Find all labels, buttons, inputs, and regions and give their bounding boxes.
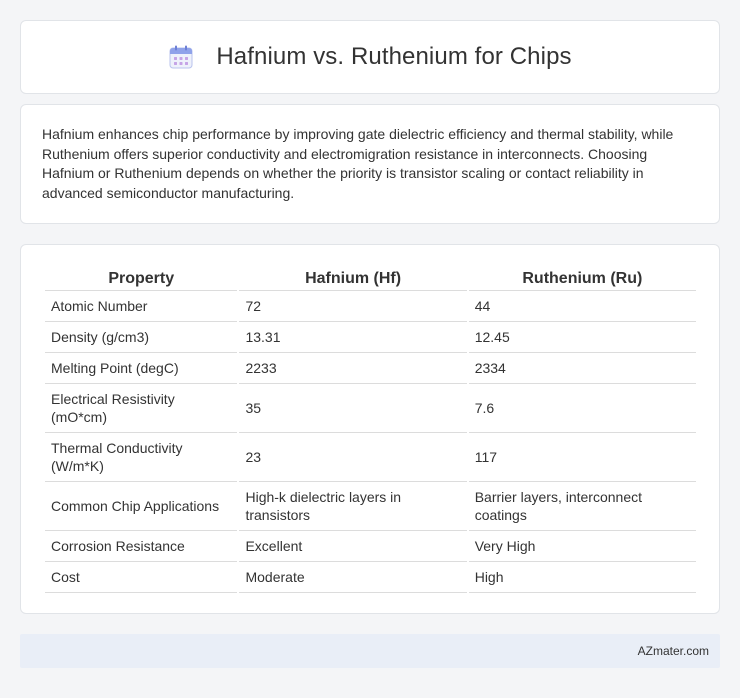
hafnium-cell: 13.31 <box>239 322 467 353</box>
header-hafnium: Hafnium (Hf) <box>239 261 467 291</box>
footer: AZmater.com <box>20 634 720 668</box>
hafnium-cell: 23 <box>239 433 467 482</box>
ruthenium-cell: Barrier layers, interconnect coatings <box>468 482 696 531</box>
table-row: Corrosion Resistance Excellent Very High <box>45 531 696 562</box>
table-row: Melting Point (degC) 2233 2334 <box>45 353 696 384</box>
property-cell: Corrosion Resistance <box>45 531 238 562</box>
hafnium-cell: 2233 <box>239 353 467 384</box>
hafnium-cell: 35 <box>239 384 467 433</box>
table-card: Property Hafnium (Hf) Ruthenium (Ru) Ato… <box>20 244 720 614</box>
property-cell: Cost <box>45 562 238 593</box>
table-row: Atomic Number 72 44 <box>45 291 696 322</box>
ruthenium-cell: 117 <box>468 433 696 482</box>
header-property: Property <box>45 261 238 291</box>
property-cell: Common Chip Applications <box>45 482 238 531</box>
calendar-icon <box>169 45 193 69</box>
title-card: Hafnium vs. Ruthenium for Chips <box>20 20 720 94</box>
ruthenium-cell: 7.6 <box>468 384 696 433</box>
intro-text: Hafnium enhances chip performance by imp… <box>42 126 674 201</box>
property-cell: Density (g/cm3) <box>45 322 238 353</box>
ruthenium-cell: 12.45 <box>468 322 696 353</box>
table-row: Density (g/cm3) 13.31 12.45 <box>45 322 696 353</box>
property-cell: Thermal Conductivity (W/m*K) <box>45 433 238 482</box>
property-cell: Melting Point (degC) <box>45 353 238 384</box>
intro-card: Hafnium enhances chip performance by imp… <box>20 104 720 224</box>
ruthenium-cell: 44 <box>468 291 696 322</box>
hafnium-cell: Excellent <box>239 531 467 562</box>
page-title: Hafnium vs. Ruthenium for Chips <box>216 43 572 70</box>
table-row: Cost Moderate High <box>45 562 696 593</box>
hafnium-cell: 72 <box>239 291 467 322</box>
header-ruthenium: Ruthenium (Ru) <box>468 261 696 291</box>
table-header-row: Property Hafnium (Hf) Ruthenium (Ru) <box>45 261 696 291</box>
comparison-table: Property Hafnium (Hf) Ruthenium (Ru) Ato… <box>43 261 698 593</box>
ruthenium-cell: 2334 <box>468 353 696 384</box>
footer-site-link[interactable]: AZmater.com <box>638 644 709 658</box>
ruthenium-cell: High <box>468 562 696 593</box>
title-wrap: Hafnium vs. Ruthenium for Chips <box>168 43 572 71</box>
table-row: Thermal Conductivity (W/m*K) 23 117 <box>45 433 696 482</box>
ruthenium-cell: Very High <box>468 531 696 562</box>
hafnium-cell: High-k dielectric layers in transistors <box>239 482 467 531</box>
table-row: Electrical Resistivity (mO*cm) 35 7.6 <box>45 384 696 433</box>
table-row: Common Chip Applications High-k dielectr… <box>45 482 696 531</box>
property-cell: Atomic Number <box>45 291 238 322</box>
property-cell: Electrical Resistivity (mO*cm) <box>45 384 238 433</box>
hafnium-cell: Moderate <box>239 562 467 593</box>
